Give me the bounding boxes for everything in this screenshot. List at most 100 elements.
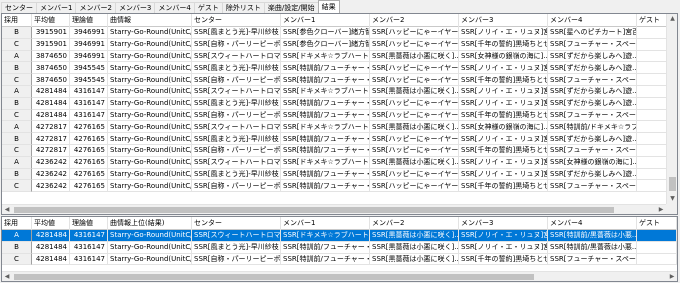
table-row[interactable]: A 4236242 4276165 Starry-Go-Round(UnitC/...… xyxy=(2,156,677,169)
column-header[interactable]: センター xyxy=(192,217,281,230)
table-cell[interactable]: 3874650 xyxy=(32,74,70,86)
tab-2[interactable]: メンバー2 xyxy=(75,2,116,13)
table-cell[interactable]: SSR[ハッピーにゃーイヤー]前... xyxy=(370,109,459,122)
table-cell[interactable]: SSR[フューチャー・スペース]... xyxy=(548,253,637,266)
table-cell[interactable]: SSR[特訓前/フューチャー・ス... xyxy=(281,74,370,86)
table-cell[interactable]: SSR[自称・パーリーピーポー]... xyxy=(192,109,281,122)
table-cell[interactable]: SSR[特訓前/フューチャー・ス... xyxy=(281,180,370,193)
table-row[interactable]: C 4272817 4276165 Starry-Go-Round(UnitC/...… xyxy=(2,144,677,157)
table-cell[interactable]: SSR[スウィートハートロマンス]... xyxy=(192,156,281,169)
table-cell[interactable]: 3915901 xyxy=(32,38,70,51)
table-cell[interactable]: SSR[風まとう光]-早川紗枝 xyxy=(192,27,281,39)
table-cell[interactable] xyxy=(637,241,677,254)
table-cell[interactable]: SSR[自称・パーリーピーポー]... xyxy=(192,144,281,157)
table-cell[interactable]: 4281484 xyxy=(32,97,70,110)
table-row[interactable]: C 3915901 3946991 Starry-Go-Round(UnitC/...… xyxy=(2,38,677,51)
table-cell[interactable]: SSR[ハッピーにゃーイヤー]前... xyxy=(370,27,459,39)
table-cell[interactable]: SSR[黒薔薇は小悪に咲く]... xyxy=(370,230,459,242)
adoption-cell[interactable]: B xyxy=(2,241,32,254)
adoption-cell[interactable]: B xyxy=(2,97,32,110)
table-cell[interactable]: SSR[特訓前/フューチャー・ス... xyxy=(281,168,370,181)
table-cell[interactable]: 4276165 xyxy=(70,121,108,134)
table-cell[interactable]: 4316147 xyxy=(70,230,108,242)
table-row[interactable]: B 3915901 3946991 Starry-Go-Round(UnitC/...… xyxy=(2,27,677,39)
table-cell[interactable]: SSR[風まとう光]-早川紗枝 xyxy=(192,97,281,110)
table-cell[interactable]: SSR[特訓前/フューチャー・ス... xyxy=(281,144,370,157)
table-cell[interactable]: SSR[黒薔薇は小悪に咲く]... xyxy=(370,253,459,266)
table-cell[interactable]: SSR[ハッピーにゃーイヤー]前... xyxy=(370,144,459,157)
tab-1[interactable]: メンバー1 xyxy=(36,2,77,13)
column-header[interactable]: メンバー2 xyxy=(370,217,459,230)
table-row[interactable]: C 3874650 3945545 Starry-Go-Round(UnitC/...… xyxy=(2,74,677,86)
table-cell[interactable]: SSR[特訓前/フューチャー・ス... xyxy=(281,253,370,266)
results-grid[interactable]: 採用 平均値 理論値 曲情報 センター メンバー1 メンバー2 メンバー3 メンバー4 ゲスト B… xyxy=(1,13,678,215)
table-cell[interactable]: SSR[風まとう光]-早川紗枝 xyxy=(192,168,281,181)
table-cell[interactable]: Starry-Go-Round(UnitC/... xyxy=(108,74,192,86)
column-header[interactable]: メンバー3 xyxy=(459,217,548,230)
table-row[interactable]: B 4281484 4316147 Starry-Go-Round(UnitC/...… xyxy=(2,241,677,254)
table-cell[interactable]: SSR[ドキメキ☆ラブハート]姉... xyxy=(281,121,370,134)
column-header[interactable]: 平均値 xyxy=(32,14,70,27)
table-cell[interactable]: SSR[ノリイ・エ・リュヌ]宮本... xyxy=(459,62,548,75)
table-cell[interactable]: Starry-Go-Round(UnitC/... xyxy=(108,27,192,39)
table-cell[interactable]: SSR[ドキメキ☆ラブハート]姉... xyxy=(281,156,370,169)
table-cell[interactable]: SSR[ノリイ・エ・リュヌ]宮本... xyxy=(459,230,548,242)
table-cell[interactable]: SSR[ハッピーにゃーイヤー]前... xyxy=(370,38,459,51)
table-cell[interactable]: SSR[自称・パーリーピーポー]... xyxy=(192,180,281,193)
table-cell[interactable]: 4272817 xyxy=(32,144,70,157)
table-cell[interactable]: SSR[特訓前/フューチャー・ス... xyxy=(281,97,370,110)
table-cell[interactable]: SSR[フューチャー・スペース]... xyxy=(548,109,637,122)
table-cell[interactable]: SSR[ハッピーにゃーイヤー]前... xyxy=(370,62,459,75)
table-cell[interactable]: SSR[ノリイ・エ・リュヌ]宮本... xyxy=(459,156,548,169)
scrollbar-thumb[interactable] xyxy=(14,207,614,213)
table-cell[interactable]: SSR[風まとう光]-早川紗枝 xyxy=(192,62,281,75)
table-cell[interactable]: SSR[特訓前/黒薔薇は小悪... xyxy=(548,241,637,254)
table-cell[interactable]: SSR[スウィートハートロマンス]... xyxy=(192,230,281,242)
table-cell[interactable]: SSR[千年の誓約]黒埼ちとせ xyxy=(459,253,548,266)
table-cell[interactable]: SSR[特訓前/フューチャー・ス... xyxy=(281,62,370,75)
tab-3[interactable]: メンバー3 xyxy=(114,2,156,13)
table-cell[interactable]: 4316147 xyxy=(70,97,108,110)
column-header[interactable]: 平均値 xyxy=(32,217,70,230)
table-cell[interactable]: SSR[フューチャー・スペース]... xyxy=(548,38,637,51)
table-cell[interactable]: SSR[ハッピーにゃーイヤー]前... xyxy=(370,74,459,86)
tab-4[interactable]: メンバー4 xyxy=(154,2,195,13)
scroll-right-arrow-icon[interactable]: ▶ xyxy=(656,205,666,214)
table-row[interactable]: C 4281484 4316147 Starry-Go-Round(UnitC/...… xyxy=(2,109,677,122)
table-cell[interactable]: SSR[特訓前/フューチャー・ス... xyxy=(281,109,370,122)
table-cell[interactable]: SSR[自称・パーリーピーポー]... xyxy=(192,38,281,51)
top-results-grid[interactable]: 採用 平均値 理論値 曲情報上位(結果) センター メンバー1 メンバー2 メンバー3 メンバー… xyxy=(1,216,678,282)
horizontal-scrollbar[interactable]: ◀ ▶ xyxy=(2,204,666,214)
scrollbar-thumb[interactable] xyxy=(14,274,534,280)
table-cell[interactable]: SSR[黒薔薇は小悪に咲く]... xyxy=(370,156,459,169)
table-cell[interactable]: 4276165 xyxy=(70,144,108,157)
table-cell[interactable]: SSR[ずだから楽しみへ]遊... xyxy=(548,133,637,145)
table-cell[interactable]: 3874650 xyxy=(32,62,70,75)
column-header[interactable]: メンバー1 xyxy=(281,14,370,27)
table-cell[interactable]: SSR[特訓前/ドキメキ☆ラブ... xyxy=(548,121,637,134)
scroll-left-arrow-icon[interactable]: ◀ xyxy=(2,205,12,214)
table-row[interactable]: A 3874650 3946991 Starry-Go-Round(UnitC/...… xyxy=(2,50,677,63)
adoption-cell[interactable]: C xyxy=(2,253,32,266)
table-cell[interactable]: SSR[ノリイ・エ・リュヌ]宮本... xyxy=(459,133,548,145)
table-row[interactable]: A 4272817 4276165 Starry-Go-Round(UnitC/...… xyxy=(2,121,677,134)
scroll-right-arrow-icon[interactable]: ▶ xyxy=(667,272,677,281)
table-cell[interactable]: Starry-Go-Round(UnitC/... xyxy=(108,121,192,134)
adoption-cell[interactable]: C xyxy=(2,144,32,157)
table-cell[interactable]: 3946991 xyxy=(70,50,108,63)
table-cell[interactable]: Starry-Go-Round(UnitC/... xyxy=(108,230,192,242)
adoption-cell[interactable]: C xyxy=(2,109,32,122)
column-header[interactable]: ゲスト xyxy=(637,217,677,230)
table-cell[interactable]: 4281484 xyxy=(32,230,70,242)
table-cell[interactable]: SSR[スウィートハートロマンス]... xyxy=(192,85,281,98)
table-cell[interactable]: SSR[ずだから楽しみへ]遊... xyxy=(548,97,637,110)
table-cell[interactable]: 3874650 xyxy=(32,50,70,63)
column-header[interactable]: 曲情報上位(結果) xyxy=(108,217,192,230)
table-cell[interactable]: SSR[ドキメキ☆ラブハート]姉... xyxy=(281,230,370,242)
table-cell[interactable]: SSR[ノリイ・エ・リュヌ]宮本... xyxy=(459,97,548,110)
column-header[interactable]: メンバー4 xyxy=(548,14,637,27)
table-cell[interactable]: SSR[ハッピーにゃーイヤー]前... xyxy=(370,168,459,181)
table-cell[interactable]: SSR[特訓前/フューチャー・ス... xyxy=(281,133,370,145)
table-row[interactable]: B 4281484 4316147 Starry-Go-Round(UnitC/...… xyxy=(2,97,677,110)
table-cell[interactable]: Starry-Go-Round(UnitC/... xyxy=(108,50,192,63)
